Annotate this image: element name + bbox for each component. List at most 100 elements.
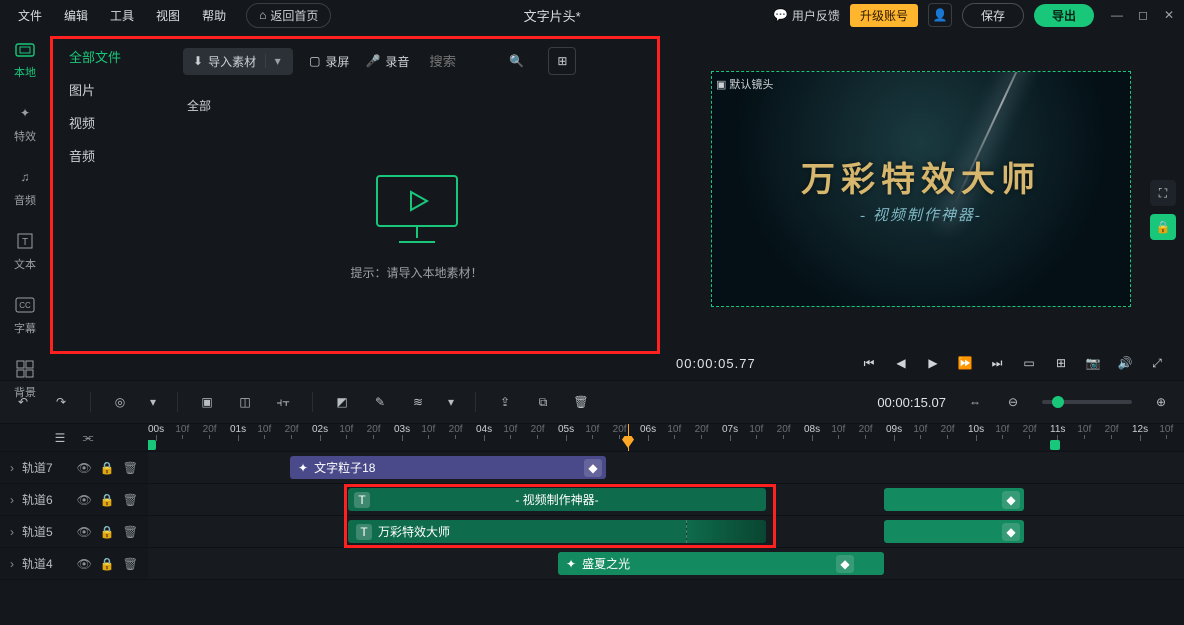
copy-button[interactable]: ⧉ bbox=[534, 393, 552, 411]
playhead[interactable] bbox=[628, 424, 629, 452]
maximize-button[interactable]: ◻ bbox=[1136, 8, 1150, 22]
eye-icon[interactable]: 👁 bbox=[77, 557, 92, 571]
chevron-right-icon[interactable]: › bbox=[10, 461, 14, 475]
lock-icon[interactable]: 🔒 bbox=[100, 461, 115, 475]
zoom-slider[interactable] bbox=[1042, 400, 1132, 404]
preview-viewport[interactable]: ▣ 默认镜头 万彩特效大师 - 视频制作神器- bbox=[711, 71, 1131, 307]
menu-tools[interactable]: 工具 bbox=[100, 3, 144, 28]
media-cat-all[interactable]: 全部文件 bbox=[69, 47, 175, 66]
media-cat-audio[interactable]: 音频 bbox=[69, 146, 175, 165]
fullscreen-button[interactable]: ⛶ bbox=[1150, 180, 1176, 206]
record-audio-button[interactable]: 🎤 录音 bbox=[365, 53, 409, 70]
rail-effects[interactable]: ✦ 特效 bbox=[14, 102, 36, 144]
track-lane-5[interactable]: T 万彩特效大师 ◆ bbox=[148, 516, 1184, 547]
view-mode-button[interactable]: ⊞ bbox=[548, 47, 576, 75]
clip-subtitle-extra[interactable]: ◆ bbox=[884, 488, 1024, 511]
trash-icon[interactable]: 🗑 bbox=[123, 525, 138, 539]
split-button[interactable]: ⫞⫟ bbox=[274, 393, 292, 411]
track-header-7[interactable]: › 轨道7 👁🔒🗑 bbox=[0, 452, 148, 483]
save-button[interactable]: 保存 bbox=[962, 3, 1024, 28]
redo-button[interactable]: ↷ bbox=[52, 393, 70, 411]
minimize-button[interactable]: — bbox=[1110, 8, 1124, 22]
clip-keyframe-button[interactable]: ◆ bbox=[836, 555, 854, 573]
mask-button[interactable]: ◩ bbox=[333, 393, 351, 411]
track-menu-button[interactable]: ☰ bbox=[51, 429, 69, 447]
track-lane-4[interactable]: ✦ 盛夏之光 ◆ bbox=[148, 548, 1184, 579]
clip-title[interactable]: T 万彩特效大师 bbox=[348, 520, 766, 543]
layers-dropdown-icon[interactable]: ▾ bbox=[447, 393, 455, 411]
range-start-handle[interactable] bbox=[148, 440, 156, 450]
rail-text[interactable]: T 文本 bbox=[14, 230, 36, 272]
fit-timeline-button[interactable]: ⇔ bbox=[966, 393, 984, 411]
zoom-out-button[interactable]: ⊖ bbox=[1004, 393, 1022, 411]
upgrade-button[interactable]: 升级账号 bbox=[850, 4, 918, 27]
search-icon[interactable]: 🔍 bbox=[509, 54, 524, 68]
media-cat-video[interactable]: 视频 bbox=[69, 113, 175, 132]
snapshot-button[interactable]: 📷 bbox=[1084, 354, 1102, 372]
skip-end-button[interactable]: ⏭ bbox=[988, 354, 1006, 372]
record-screen-button[interactable]: ▢ 录屏 bbox=[309, 53, 349, 70]
lock-icon[interactable]: 🔒 bbox=[100, 557, 115, 571]
clip-keyframe-button[interactable]: ◆ bbox=[1002, 491, 1020, 509]
lock-button[interactable]: 🔒 bbox=[1150, 214, 1176, 240]
track-link-button[interactable]: ⫘ bbox=[79, 429, 97, 447]
clip-keyframe-button[interactable]: ◆ bbox=[584, 459, 602, 477]
clip-subtitle[interactable]: T - 视频制作神器- bbox=[348, 488, 766, 511]
chevron-right-icon[interactable]: › bbox=[10, 557, 14, 571]
track-header-4[interactable]: › 轨道4 👁🔒🗑 bbox=[0, 548, 148, 579]
clip-particle[interactable]: ✦ 文字粒子18 ◆ bbox=[290, 456, 606, 479]
undo-button[interactable]: ↶ bbox=[14, 393, 32, 411]
edit-button[interactable]: ✎ bbox=[371, 393, 389, 411]
eye-icon[interactable]: 👁 bbox=[77, 461, 92, 475]
eye-icon[interactable]: 👁 bbox=[77, 525, 92, 539]
feedback-link[interactable]: 💬 用户反馈 bbox=[773, 7, 840, 24]
rail-audio[interactable]: ♫ 音频 bbox=[14, 166, 36, 208]
chevron-right-icon[interactable]: › bbox=[10, 525, 14, 539]
layers-button[interactable]: ≋ bbox=[409, 393, 427, 411]
eye-icon[interactable]: 👁 bbox=[77, 493, 92, 507]
chevron-right-icon[interactable]: › bbox=[10, 493, 14, 507]
media-cat-image[interactable]: 图片 bbox=[69, 80, 175, 99]
expand-preview-button[interactable]: ⤢ bbox=[1148, 354, 1166, 372]
menu-view[interactable]: 视图 bbox=[146, 3, 190, 28]
zoom-in-button[interactable]: ⊕ bbox=[1152, 393, 1170, 411]
menu-help[interactable]: 帮助 bbox=[192, 3, 236, 28]
clip-title-extra[interactable]: ◆ bbox=[884, 520, 1024, 543]
timeline-ruler[interactable]: 00s10f20f01s10f20f02s10f20f03s10f20f04s1… bbox=[148, 424, 1184, 452]
lock-icon[interactable]: 🔒 bbox=[100, 493, 115, 507]
crop-button[interactable]: ◫ bbox=[236, 393, 254, 411]
menu-edit[interactable]: 编辑 bbox=[54, 3, 98, 28]
media-drop-zone[interactable]: 提示：请导入本地素材！ bbox=[183, 109, 650, 343]
next-frame-button[interactable]: ⏩ bbox=[956, 354, 974, 372]
zoom-knob[interactable] bbox=[1052, 396, 1064, 408]
rail-local[interactable]: 本地 bbox=[14, 38, 36, 80]
track-header-6[interactable]: › 轨道6 👁🔒🗑 bbox=[0, 484, 148, 515]
crop-frame-button[interactable]: ▣ bbox=[198, 393, 216, 411]
rail-subtitle[interactable]: CC 字幕 bbox=[14, 294, 36, 336]
track-header-5[interactable]: › 轨道5 👁🔒🗑 bbox=[0, 516, 148, 547]
range-end-handle[interactable] bbox=[1050, 440, 1060, 450]
import-dropdown-icon[interactable]: ▾ bbox=[265, 54, 283, 68]
clip-summer[interactable]: ✦ 盛夏之光 ◆ bbox=[558, 552, 884, 575]
import-button[interactable]: ⬇ 导入素材 ▾ bbox=[183, 48, 293, 75]
menu-file[interactable]: 文件 bbox=[8, 3, 52, 28]
lock-icon[interactable]: 🔒 bbox=[100, 525, 115, 539]
track-lane-6[interactable]: T - 视频制作神器- ◆ bbox=[148, 484, 1184, 515]
trash-icon[interactable]: 🗑 bbox=[123, 461, 138, 475]
export-button[interactable]: 导出 bbox=[1034, 4, 1094, 27]
trash-icon[interactable]: 🗑 bbox=[123, 493, 138, 507]
return-home-button[interactable]: ⌂ 返回首页 bbox=[246, 3, 331, 28]
prev-frame-button[interactable]: ◀ bbox=[892, 354, 910, 372]
trash-icon[interactable]: 🗑 bbox=[123, 557, 138, 571]
grid-preview-button[interactable]: ⊞ bbox=[1052, 354, 1070, 372]
user-account-button[interactable]: 👤 bbox=[928, 3, 952, 27]
target-dropdown-icon[interactable]: ▾ bbox=[149, 393, 157, 411]
volume-button[interactable]: 🔊 bbox=[1116, 354, 1134, 372]
aspect-button[interactable]: ▭ bbox=[1020, 354, 1038, 372]
target-button[interactable]: ◎ bbox=[111, 393, 129, 411]
skip-start-button[interactable]: ⏮ bbox=[860, 354, 878, 372]
clip-keyframe-button[interactable]: ◆ bbox=[1002, 523, 1020, 541]
search-input[interactable] bbox=[429, 54, 509, 69]
track-lane-7[interactable]: ✦ 文字粒子18 ◆ bbox=[148, 452, 1184, 483]
play-button[interactable]: ▶ bbox=[924, 354, 942, 372]
